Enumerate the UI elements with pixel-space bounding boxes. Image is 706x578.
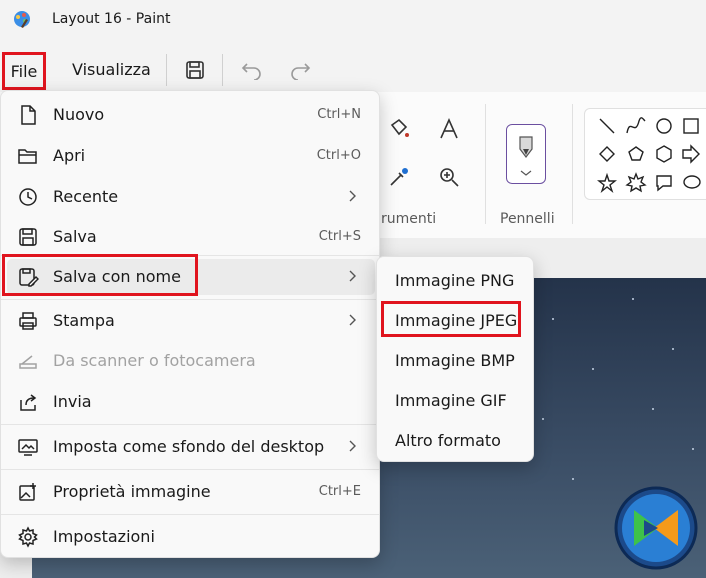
menu-item-send[interactable]: Invia	[7, 384, 375, 420]
color-picker-button[interactable]	[386, 164, 412, 190]
brushes-button[interactable]	[506, 124, 546, 184]
submenu-item-bmp[interactable]: Immagine BMP	[381, 343, 529, 377]
save-icon	[186, 61, 204, 79]
save-icon	[19, 228, 37, 246]
file-menu-button[interactable]: File	[2, 52, 46, 90]
submenu-item-png[interactable]: Immagine PNG	[381, 263, 529, 297]
fill-bucket-icon	[390, 118, 409, 137]
text-tool-button[interactable]	[436, 116, 462, 142]
folder-icon	[18, 149, 37, 164]
menu-separator	[1, 469, 379, 470]
magnifier-button[interactable]	[436, 164, 462, 190]
save-as-submenu: Immagine PNG Immagine JPEG Immagine BMP …	[376, 256, 534, 462]
shapes-icon	[597, 117, 701, 194]
chevron-right-icon	[349, 314, 356, 326]
menu-item-recent[interactable]: Recente	[7, 179, 375, 215]
paint-app-icon	[14, 11, 30, 28]
chevron-right-icon	[349, 440, 356, 452]
title-bar: Layout 16 - Paint	[0, 0, 706, 40]
scanner-icon	[19, 355, 37, 369]
highlight-jpeg	[381, 301, 521, 337]
desktop-icon	[18, 439, 38, 456]
menu-separator	[1, 299, 379, 300]
highlight-save-as	[2, 254, 198, 296]
menu-item-image-properties[interactable]: Proprietà immagine Ctrl+E	[7, 474, 375, 510]
gear-icon	[18, 526, 38, 548]
brush-icon	[519, 136, 533, 176]
new-file-icon	[21, 105, 36, 125]
save-button[interactable]	[181, 56, 209, 84]
shapes-gallery[interactable]	[584, 108, 706, 200]
eyedropper-icon	[390, 168, 408, 186]
menu-item-scanner: Da scanner o fotocamera	[7, 343, 375, 379]
menu-item-settings[interactable]: Impostazioni	[7, 519, 375, 555]
ribbon-divider	[485, 104, 486, 224]
ribbon-divider	[572, 104, 573, 224]
redo-button[interactable]	[286, 56, 314, 84]
menu-item-print[interactable]: Stampa	[7, 303, 375, 339]
printer-icon	[19, 312, 37, 330]
tools-group-label: rumenti	[381, 211, 437, 227]
submenu-item-other-format[interactable]: Altro formato	[381, 423, 529, 457]
fill-tool-button[interactable]	[386, 116, 412, 142]
menu-item-new[interactable]: Nuovo Ctrl+N	[7, 97, 375, 133]
menubar-divider	[222, 54, 223, 86]
channel-logo-icon	[614, 486, 698, 570]
menu-item-set-desktop-background[interactable]: Imposta come sfondo del desktop	[7, 429, 375, 465]
menu-separator	[1, 514, 379, 515]
image-properties-icon	[19, 483, 36, 501]
chevron-right-icon	[349, 190, 356, 202]
redo-icon	[291, 63, 311, 80]
view-menu-button[interactable]: Visualizza	[72, 60, 151, 79]
menu-item-open[interactable]: Apri Ctrl+O	[7, 138, 375, 174]
menubar-divider	[166, 54, 167, 86]
undo-button[interactable]	[238, 56, 266, 84]
undo-icon	[241, 63, 261, 80]
submenu-item-gif[interactable]: Immagine GIF	[381, 383, 529, 417]
menu-separator	[1, 424, 379, 425]
chevron-right-icon	[349, 270, 356, 282]
file-menu-dropdown: Nuovo Ctrl+N Apri Ctrl+O Recente Salva C…	[0, 90, 380, 558]
window-title: Layout 16 - Paint	[52, 11, 171, 27]
brushes-group-label: Pennelli	[500, 211, 555, 227]
text-icon	[440, 118, 458, 139]
menu-item-save[interactable]: Salva Ctrl+S	[7, 219, 375, 255]
zoom-icon	[440, 168, 459, 187]
share-icon	[20, 394, 37, 411]
clock-icon	[19, 188, 37, 206]
menu-bar: File Visualizza	[0, 48, 706, 92]
